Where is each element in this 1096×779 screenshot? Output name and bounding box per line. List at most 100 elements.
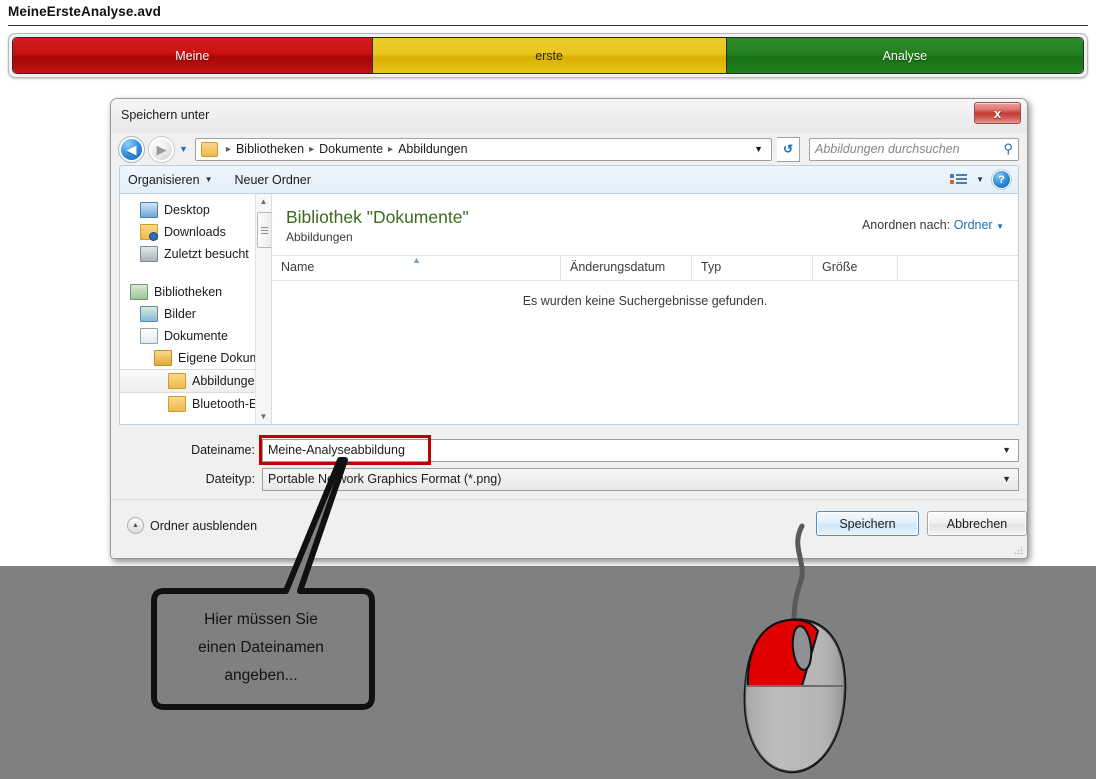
chevron-up-icon: ▲ — [127, 517, 144, 534]
breadcrumb-chevron-down-icon[interactable]: ▼ — [754, 144, 767, 154]
arrange-by-value[interactable]: Ordner — [954, 218, 993, 232]
file-fields: Dateiname: Meine-Analyseabbildung ▼ Date… — [119, 435, 1019, 491]
forward-arrow-icon: ▶ — [156, 141, 167, 157]
search-placeholder: Abbildungen durchsuchen — [815, 142, 960, 156]
sort-ascending-icon: ▲ — [412, 255, 421, 265]
folder-icon — [168, 373, 186, 389]
resize-grip[interactable] — [1014, 546, 1023, 555]
organize-button[interactable]: Organisieren ▼ — [128, 173, 213, 187]
save-button[interactable]: Speichern — [816, 511, 919, 536]
tree-item-abbildungen[interactable]: Abbildungen — [120, 369, 271, 393]
filename-row: Dateiname: Meine-Analyseabbildung ▼ — [119, 438, 1019, 462]
scroll-down-icon[interactable]: ▼ — [256, 409, 271, 424]
tree-item-label: Dokumente — [164, 329, 228, 343]
tree-item-label: Downloads — [164, 225, 226, 239]
dialog-footer: ▲ Ordner ausblenden Speichern Abbrechen — [111, 499, 1027, 558]
hide-folders-label: Ordner ausblenden — [150, 518, 258, 533]
mouse-scroll-wheel — [791, 625, 813, 671]
breadcrumb-item-abbildungen[interactable]: Abbildungen — [398, 142, 468, 156]
tree-scrollbar[interactable]: ▲ ▼ — [255, 194, 271, 424]
bar-segment-erste: erste — [372, 38, 727, 73]
folder-icon — [168, 396, 186, 412]
dialog-toolbar: Organisieren ▼ Neuer Ordner ▼ ? — [119, 165, 1019, 193]
tree-item-bluetooth-ex[interactable]: Bluetooth-Ex — [120, 393, 271, 415]
chevron-down-icon[interactable]: ▼ — [1002, 474, 1018, 484]
scroll-up-icon[interactable]: ▲ — [256, 194, 271, 209]
library-subtitle: Abbildungen — [286, 230, 353, 244]
tree-item-label: Eigene Dokum‹ — [178, 351, 265, 365]
tree-item-dokumente[interactable]: Dokumente — [120, 325, 271, 347]
close-icon: x — [993, 105, 1002, 121]
tree-item-desktop[interactable]: Desktop — [120, 199, 271, 221]
filename-value: Meine-Analyseabbildung — [268, 443, 405, 457]
new-folder-button[interactable]: Neuer Ordner — [235, 173, 311, 187]
mouse-body — [743, 618, 847, 774]
callout-line-1: einen Dateinamen — [198, 639, 324, 656]
breadcrumb[interactable]: ▸ Bibliotheken ▸ Dokumente ▸ Abbildungen… — [194, 137, 772, 161]
back-arrow-icon: ◀ — [126, 141, 137, 157]
mouse-graphic — [743, 618, 847, 774]
file-list-pane: Bibliothek "Dokumente" Abbildungen Anord… — [272, 194, 1018, 424]
tree-item-label: Desktop — [164, 203, 210, 217]
mouse-body-shading — [744, 619, 846, 772]
breadcrumb-separator-2: ▸ — [388, 143, 394, 155]
back-button[interactable]: ◀ — [119, 136, 144, 162]
view-mode-icon[interactable] — [950, 173, 968, 186]
forward-button[interactable]: ▶ — [149, 136, 174, 162]
chevron-down-icon: ▼ — [204, 175, 213, 184]
tree-item-label: Bluetooth-Ex — [192, 397, 264, 411]
chevron-down-icon[interactable]: ▼ — [1002, 445, 1018, 455]
filename-label: Dateiname: — [191, 443, 255, 457]
dialog-title: Speichern unter — [121, 108, 210, 122]
empty-results-message: Es wurden keine Suchergebnisse gefunden. — [522, 294, 768, 308]
search-input[interactable]: Abbildungen durchsuchen ⚲ — [809, 137, 1019, 161]
breadcrumb-separator-0: ▸ — [225, 143, 231, 155]
tree-item-label: Abbildungen — [192, 374, 262, 388]
mouse-left-button — [746, 618, 820, 687]
breadcrumb-item-dokumente[interactable]: Dokumente — [319, 142, 383, 156]
help-icon[interactable]: ? — [993, 171, 1010, 188]
cancel-button[interactable]: Abbrechen — [927, 511, 1027, 536]
recent-locations-chevron-down-icon[interactable]: ▼ — [179, 144, 188, 154]
tree-item-downloads[interactable]: Downloads — [120, 221, 271, 243]
organize-label: Organisieren — [128, 172, 200, 187]
filetype-row: Dateityp: Portable Network Graphics Form… — [119, 467, 1019, 491]
tree-item-label: Bilder — [164, 307, 196, 321]
tree-item-zuletzt-besucht[interactable]: Zuletzt besucht — [120, 243, 271, 265]
address-bar-row: ◀ ▶ ▼ ▸ Bibliotheken ▸ Dokumente ▸ Abbil… — [111, 133, 1027, 165]
tri-color-bar-inner: Meine erste Analyse — [12, 37, 1084, 74]
column-header-typ[interactable]: Typ — [692, 256, 813, 280]
scrollbar-thumb[interactable] — [257, 212, 271, 248]
refresh-icon[interactable]: ↺ — [777, 136, 800, 162]
tree-item-label: Zuletzt besucht — [164, 247, 249, 261]
tree-item-label: Bibliotheken — [154, 285, 223, 299]
tree-item-bilder[interactable]: Bilder — [120, 303, 271, 325]
monitor-icon — [140, 202, 158, 218]
column-header-name[interactable]: Name ▲ — [272, 255, 561, 280]
tree-item-eigene-dokumente[interactable]: Eigene Dokum‹ — [120, 347, 271, 369]
callout-line-0: Hier müssen Sie — [204, 611, 318, 628]
documents-icon — [140, 328, 158, 344]
column-header-row: Name ▲ Änderungsdatum Typ Größe — [272, 255, 1018, 281]
filetype-select[interactable]: Portable Network Graphics Format (*.png)… — [262, 467, 1019, 491]
bar-segment-meine: Meine — [13, 38, 373, 73]
hide-folders-button[interactable]: ▲ Ordner ausblenden — [127, 517, 257, 534]
arrange-by: Anordnen nach: Ordner ▼ — [862, 218, 1004, 232]
document-title: MeineErsteAnalyse.avd — [8, 4, 1088, 26]
save-as-dialog: Speichern unter x ◀ ▶ ▼ ▸ Bibliotheken ▸… — [110, 98, 1028, 559]
column-header-aenderungsdatum[interactable]: Änderungsdatum — [561, 256, 692, 280]
tree-item-bibliotheken[interactable]: Bibliotheken — [120, 281, 271, 303]
close-button[interactable]: x — [974, 102, 1021, 124]
column-label: Name — [281, 260, 315, 274]
filename-input[interactable]: Meine-Analyseabbildung ▼ — [262, 438, 1019, 462]
breadcrumb-item-bibliotheken[interactable]: Bibliotheken — [236, 142, 304, 156]
arrange-by-label: Anordnen nach: — [861, 218, 951, 232]
chevron-down-icon[interactable]: ▼ — [996, 222, 1004, 231]
view-chevron-down-icon[interactable]: ▼ — [976, 175, 984, 184]
filetype-value: Portable Network Graphics Format (*.png) — [268, 472, 502, 486]
column-header-groesse[interactable]: Größe — [813, 256, 898, 280]
tri-color-bar: Meine erste Analyse — [8, 33, 1088, 78]
new-folder-label: Neuer Ordner — [234, 172, 311, 187]
column-header-extra[interactable] — [898, 256, 1018, 280]
